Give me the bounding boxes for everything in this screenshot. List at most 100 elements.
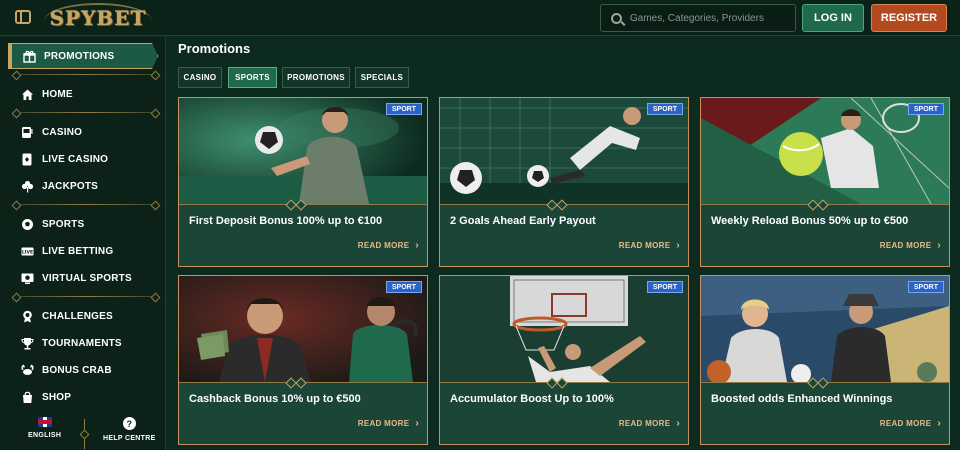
chevron-right-icon: › [415, 240, 419, 251]
read-more-link[interactable]: READ MORE › [880, 418, 941, 429]
sidebar-item-label: CHALLENGES [42, 310, 113, 322]
shop-icon [20, 390, 34, 404]
help-centre-link[interactable]: ? HELP CENTRE [103, 417, 156, 442]
sidebar-item-shop[interactable]: SHOP [20, 387, 71, 407]
login-button[interactable]: LOG IN [802, 4, 864, 32]
promo-title: Accumulator Boost Up to 100% [450, 393, 614, 405]
sidebar-item-bonus-crab[interactable]: BONUS CRAB [20, 360, 112, 380]
home-icon [20, 87, 34, 101]
ball-icon [20, 217, 34, 231]
card-divider [179, 382, 427, 383]
promo-title: Boosted odds Enhanced Winnings [711, 393, 893, 405]
sport-badge: SPORT [646, 281, 683, 293]
slot-machine-icon [20, 125, 34, 139]
promo-card[interactable]: SPORT First Deposit Bonus 100% up to €10… [178, 97, 428, 267]
sidebar-item-label: PROMOTIONS [44, 50, 115, 62]
tab-sports[interactable]: SPORTS [228, 67, 277, 88]
sport-badge: SPORT [385, 281, 422, 293]
svg-text:LIVE: LIVE [21, 249, 32, 255]
promo-card[interactable]: SPORT Accumulator Boost Up to 100% READ … [439, 275, 689, 445]
read-more-link[interactable]: READ MORE › [358, 418, 419, 429]
search-icon [611, 12, 622, 24]
sidebar-item-label: LIVE CASINO [42, 153, 109, 165]
language-label: ENGLISH [28, 432, 62, 439]
read-more-label: READ MORE [879, 241, 932, 250]
sidebar-item-home[interactable]: HOME [20, 84, 73, 104]
sidebar-item-label: LIVE BETTING [42, 245, 114, 257]
sidebar-item-label: SHOP [42, 391, 72, 403]
sidebar-item-label: SPORTS [42, 218, 85, 230]
promo-title: First Deposit Bonus 100% up to €100 [189, 215, 383, 227]
promo-title: Weekly Reload Bonus 50% up to €500 [711, 215, 909, 227]
sidebar-item-label: JACKPOTS [42, 180, 99, 192]
card-divider [701, 204, 949, 205]
sport-badge: SPORT [385, 103, 422, 115]
sidebar-item-label: HOME [42, 88, 73, 100]
help-label: HELP CENTRE [103, 435, 156, 442]
tab-specials[interactable]: SPECIALS [355, 67, 409, 88]
promo-title: Cashback Bonus 10% up to €500 [189, 393, 361, 405]
clover-icon [20, 179, 34, 193]
sidebar-item-sports[interactable]: SPORTS [20, 214, 84, 234]
sidebar-item-promotions[interactable]: PROMOTIONS [8, 43, 158, 69]
tab-promotions[interactable]: PROMOTIONS [282, 67, 350, 88]
sidebar-item-challenges[interactable]: CHALLENGES [20, 306, 113, 326]
challenge-icon [20, 309, 34, 323]
promo-card[interactable]: SPORT Boosted odds Enhanced Winnings REA… [700, 275, 950, 445]
sidebar-item-label: TOURNAMENTS [42, 337, 122, 349]
live-casino-icon [20, 152, 34, 166]
sport-badge: SPORT [646, 103, 683, 115]
footer-divider [84, 419, 85, 449]
flag-icon [37, 417, 52, 427]
chevron-right-icon: › [937, 240, 941, 251]
sidebar-item-label: BONUS CRAB [42, 364, 112, 376]
live-icon: LIVE [20, 244, 34, 258]
sidebar-divider [16, 296, 156, 297]
logo[interactable]: SPYBET [44, 3, 152, 33]
search-box[interactable] [600, 4, 796, 32]
sidebar-item-live-casino[interactable]: LIVE CASINO [20, 149, 108, 169]
virtual-icon [20, 271, 34, 285]
card-divider [440, 204, 688, 205]
top-bar: SPYBET LOG IN REGISTER [0, 0, 960, 36]
sidebar-divider [16, 204, 156, 205]
tab-casino[interactable]: CASINO [178, 67, 222, 88]
card-divider [179, 204, 427, 205]
chevron-right-icon: › [415, 418, 419, 429]
sidebar-item-casino[interactable]: CASINO [20, 122, 82, 142]
language-selector[interactable]: ENGLISH [28, 417, 61, 439]
menu-icon[interactable] [15, 10, 31, 24]
crab-icon [20, 363, 34, 377]
promo-card[interactable]: SPORT Weekly Reload Bonus 50% up to €500… [700, 97, 950, 267]
sidebar-item-tournaments[interactable]: TOURNAMENTS [20, 333, 122, 353]
gift-icon [22, 49, 36, 63]
chevron-right-icon: › [937, 418, 941, 429]
promo-title: 2 Goals Ahead Early Payout [450, 215, 596, 227]
promo-card[interactable]: SPORT 2 Goals Ahead Early Payout READ MO… [439, 97, 689, 267]
read-more-link[interactable]: READ MORE › [619, 418, 680, 429]
sidebar-item-label: VIRTUAL SPORTS [42, 272, 132, 284]
sidebar-item-label: CASINO [42, 126, 83, 138]
card-divider [440, 382, 688, 383]
read-more-link[interactable]: READ MORE › [358, 240, 419, 251]
register-button[interactable]: REGISTER [871, 4, 947, 32]
sidebar-divider [16, 74, 156, 75]
read-more-label: READ MORE [357, 241, 410, 250]
read-more-label: READ MORE [879, 419, 932, 428]
promo-card[interactable]: SPORT Cashback Bonus 10% up to €500 READ… [178, 275, 428, 445]
trophy-icon [20, 336, 34, 350]
read-more-link[interactable]: READ MORE › [619, 240, 680, 251]
sidebar-footer: ENGLISH ? HELP CENTRE [0, 413, 166, 450]
card-divider [701, 382, 949, 383]
read-more-label: READ MORE [618, 419, 671, 428]
search-input[interactable] [630, 12, 790, 24]
chevron-right-icon: › [676, 240, 680, 251]
sidebar-item-virtual-sports[interactable]: VIRTUAL SPORTS [20, 268, 132, 288]
page-title: Promotions [178, 41, 251, 56]
sidebar: PROMOTIONS HOME CASINO LIVE CASINO JACKP… [0, 37, 166, 450]
sidebar-item-jackpots[interactable]: JACKPOTS [20, 176, 98, 196]
sidebar-item-live-betting[interactable]: LIVE LIVE BETTING [20, 241, 113, 261]
read-more-label: READ MORE [618, 241, 671, 250]
logo-rays [44, 3, 152, 33]
read-more-link[interactable]: READ MORE › [880, 240, 941, 251]
